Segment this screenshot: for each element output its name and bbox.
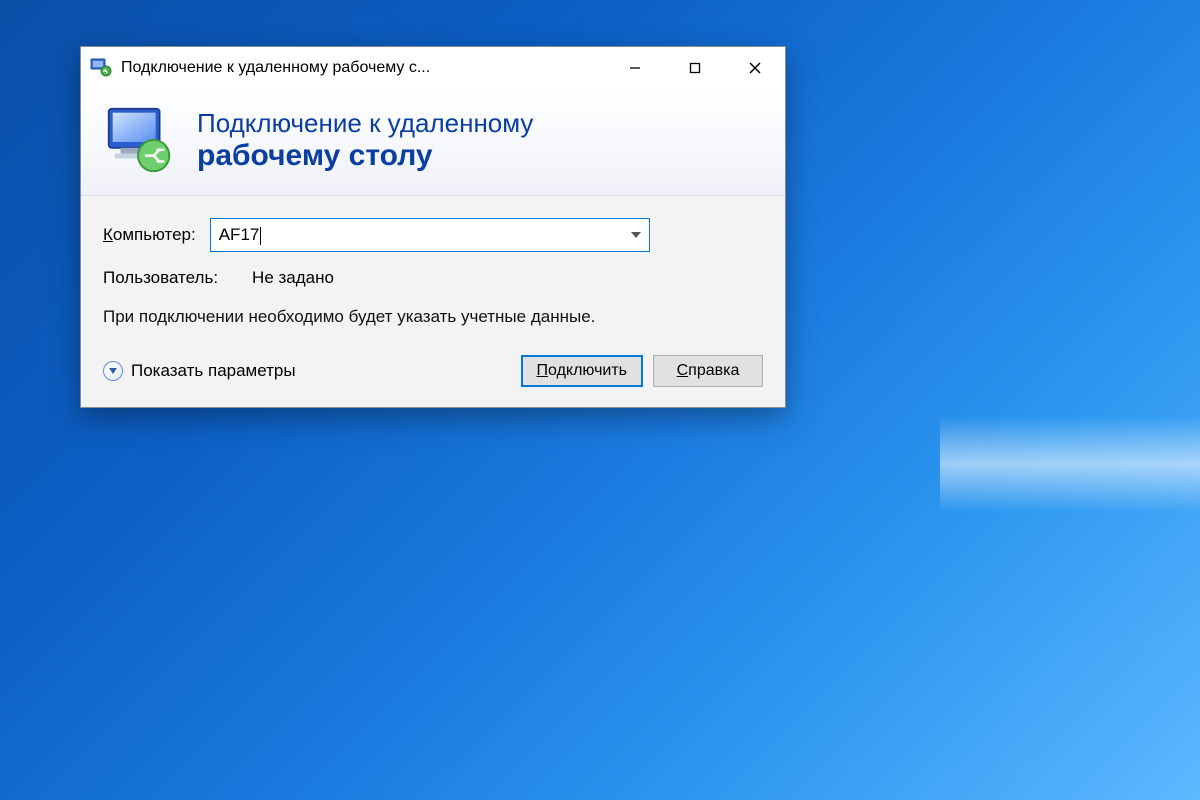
dialog-body: Компьютер: AF17 Пользователь: Не задано …	[81, 196, 785, 407]
light-beam-decoration	[940, 0, 1200, 800]
titlebar[interactable]: Подключение к удаленному рабочему с...	[81, 47, 785, 89]
window-controls	[605, 47, 785, 89]
window-title: Подключение к удаленному рабочему с...	[121, 59, 430, 77]
chevron-down-icon[interactable]	[631, 232, 641, 238]
show-options-link[interactable]: Показать параметры	[103, 361, 296, 381]
maximize-button[interactable]	[665, 47, 725, 89]
expand-down-icon	[103, 361, 123, 381]
banner-line1: Подключение к удаленному	[197, 108, 533, 139]
computer-value: AF17	[219, 225, 631, 245]
banner: Подключение к удаленному рабочему столу	[81, 89, 785, 196]
computer-combobox[interactable]: AF17	[210, 218, 650, 252]
help-button[interactable]: Справка	[653, 355, 763, 387]
desktop-background: Подключение к удаленному рабочему с...	[0, 0, 1200, 800]
user-row: Пользователь: Не задано	[103, 268, 763, 288]
banner-text: Подключение к удаленному рабочему столу	[197, 108, 533, 173]
computer-label: Компьютер:	[103, 225, 196, 245]
banner-line2: рабочему столу	[197, 139, 533, 173]
footer: Показать параметры Подключить Справка	[103, 355, 763, 387]
user-value: Не задано	[252, 268, 334, 288]
app-icon	[89, 56, 113, 80]
rdp-window: Подключение к удаленному рабочему с...	[80, 46, 786, 408]
minimize-button[interactable]	[605, 47, 665, 89]
user-label: Пользователь:	[103, 268, 218, 288]
rdp-large-icon	[101, 101, 179, 179]
close-button[interactable]	[725, 47, 785, 89]
connect-button[interactable]: Подключить	[521, 355, 643, 387]
computer-row: Компьютер: AF17	[103, 218, 763, 252]
credentials-hint: При подключении необходимо будет указать…	[103, 306, 623, 329]
show-options-label: Показать параметры	[131, 361, 296, 381]
